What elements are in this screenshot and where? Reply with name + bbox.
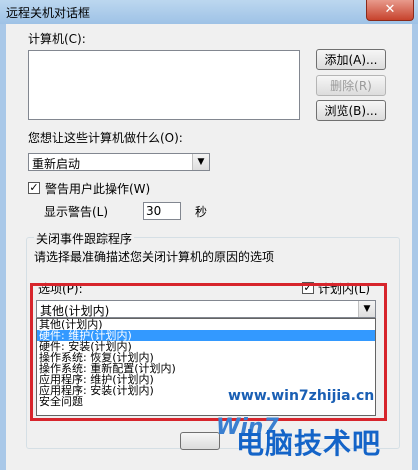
- remove-button[interactable]: 删除(R): [316, 75, 386, 96]
- display-warning-label: 显示警告(L): [44, 205, 109, 219]
- seconds-unit-label: 秒: [195, 205, 208, 219]
- timeout-input[interactable]: 30: [143, 202, 181, 220]
- close-icon: ✕: [384, 2, 396, 17]
- browse-button[interactable]: 浏览(B)...: [316, 100, 386, 121]
- shutdown-tracker-label: 关闭事件跟踪程序: [34, 230, 135, 247]
- computers-label: 计算机(C):: [28, 32, 86, 46]
- close-button[interactable]: ✕: [366, 0, 414, 21]
- window-title: 远程关机对话框: [6, 6, 91, 20]
- warn-checkbox-label: 警告用户此操作(W): [45, 182, 151, 196]
- watermark-url: www.win7zhijia.cn: [228, 388, 375, 404]
- chevron-down-icon: ▼: [192, 154, 209, 170]
- add-button[interactable]: 添加(A)...: [316, 49, 386, 70]
- ok-button[interactable]: [180, 432, 220, 450]
- action-select-value: 重新启动: [32, 157, 81, 171]
- tracker-description: 请选择最准确描述您关闭计算机的原因的选项: [34, 250, 275, 264]
- action-select[interactable]: 重新启动 ▼: [28, 153, 210, 171]
- title-bar[interactable]: 远程关机对话框 ✕: [0, 0, 418, 24]
- action-label: 您想让这些计算机做什么(O):: [28, 131, 183, 145]
- watermark-brand: 电脑技术吧: [236, 427, 382, 460]
- computers-listbox[interactable]: [28, 50, 300, 120]
- warn-checkbox[interactable]: ✓: [28, 182, 40, 194]
